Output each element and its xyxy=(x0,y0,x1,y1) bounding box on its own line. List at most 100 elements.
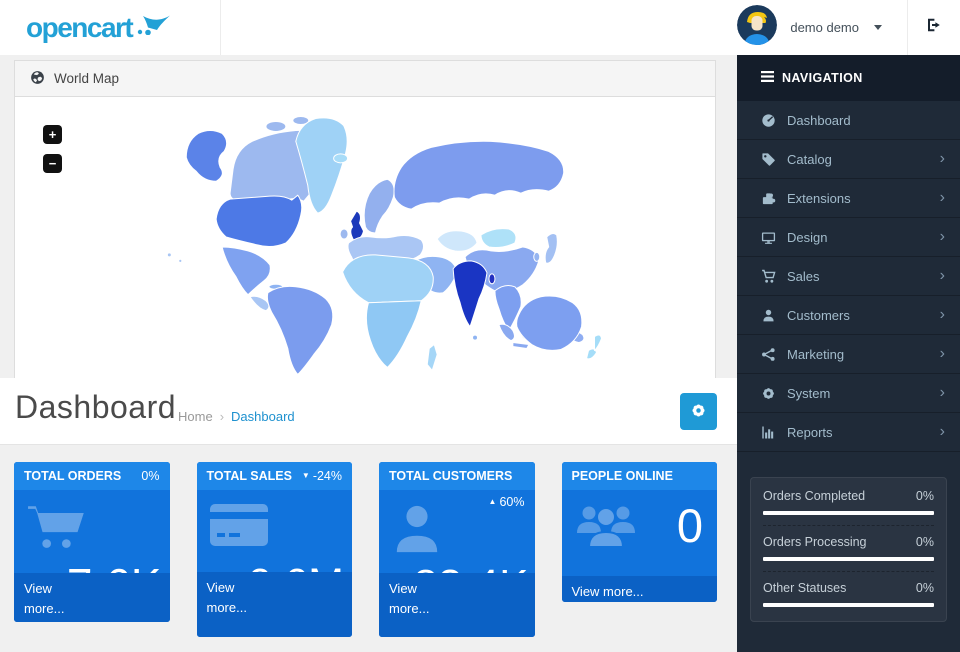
tile-footer: View more... xyxy=(379,573,535,637)
sidebar-item-label: System xyxy=(787,385,831,401)
stat-value: 0% xyxy=(915,535,934,549)
sidebar-item-label: Sales xyxy=(787,268,820,284)
user-icon xyxy=(763,309,774,321)
top-bar: opencart demo demo xyxy=(0,0,960,55)
panel-title: World Map xyxy=(54,71,120,86)
breadcrumb-home[interactable]: Home xyxy=(178,409,213,424)
stat-label: Other Statuses xyxy=(763,581,847,595)
stat-tiles: TOTAL ORDERS 0% 7.6K View more... TOTAL … xyxy=(14,462,717,637)
stat-tile-total-customers: TOTAL CUSTOMERS ▲ 60% 83.4K View more... xyxy=(379,462,535,637)
main-content: World Map + − Dashboard Home › Dashboard… xyxy=(0,55,737,652)
tile-title: PEOPLE ONLINE xyxy=(571,469,673,483)
stat-label: Orders Processing xyxy=(763,535,867,549)
stat-value: 0% xyxy=(915,581,934,595)
logout-button[interactable] xyxy=(907,0,960,55)
cart-icon xyxy=(762,269,776,283)
map-zoom-in-button[interactable]: + xyxy=(43,125,62,144)
tile-title: TOTAL SALES xyxy=(206,469,292,483)
tile-footer: View more... xyxy=(561,576,717,602)
tile-change-value: 60% xyxy=(499,495,525,509)
sidebar-item-reports[interactable]: Reports › xyxy=(737,413,960,452)
view-more-link[interactable]: View more... xyxy=(24,579,72,619)
cart-icon xyxy=(27,504,85,550)
tile-title: TOTAL CUSTOMERS xyxy=(389,469,513,483)
breadcrumb-current[interactable]: Dashboard xyxy=(231,409,295,424)
user-menu[interactable]: demo demo xyxy=(737,0,908,55)
sidebar-item-customers[interactable]: Customers › xyxy=(737,296,960,335)
monitor-icon xyxy=(761,231,776,244)
users-icon xyxy=(575,500,637,548)
settings-button[interactable] xyxy=(680,393,717,430)
tile-header: TOTAL CUSTOMERS xyxy=(379,462,535,490)
gear-icon xyxy=(763,387,774,399)
chevron-right-icon: › xyxy=(939,306,945,323)
sidebar-item-label: Customers xyxy=(787,307,850,323)
sidebar-item-sales[interactable]: Sales › xyxy=(737,257,960,296)
avatar xyxy=(737,5,778,50)
tile-header: PEOPLE ONLINE xyxy=(561,462,717,490)
credit-card-icon xyxy=(209,504,268,546)
sidebar-item-dashboard[interactable]: Dashboard xyxy=(737,101,960,140)
tile-change: 0% xyxy=(138,469,159,483)
page-header: Dashboard Home › Dashboard xyxy=(0,378,737,445)
breadcrumb: Home › Dashboard xyxy=(178,409,295,424)
world-map-body: + − xyxy=(15,97,715,378)
sidebar-item-system[interactable]: System › xyxy=(737,374,960,413)
tile-value: 0 xyxy=(676,499,703,552)
order-status-panel: Orders Completed 0% Orders Processing 0%… xyxy=(750,477,947,622)
view-more-link[interactable]: View more... xyxy=(389,579,437,619)
user-icon xyxy=(392,504,442,554)
stat-row-orders-processing: Orders Processing 0% xyxy=(763,525,934,571)
share-icon xyxy=(762,347,775,361)
sidebar-item-extensions[interactable]: Extensions › xyxy=(737,179,960,218)
stat-row-other-statuses: Other Statuses 0% xyxy=(763,571,934,617)
chevron-right-icon: › xyxy=(939,267,945,284)
tile-change-value: 0% xyxy=(141,469,160,483)
progress-bar xyxy=(763,511,934,515)
sidebar-item-design[interactable]: Design › xyxy=(737,218,960,257)
sidebar-item-marketing[interactable]: Marketing › xyxy=(737,335,960,374)
tile-header: TOTAL ORDERS 0% xyxy=(14,462,170,490)
dashboard-icon xyxy=(762,113,775,127)
chevron-right-icon: › xyxy=(939,150,945,167)
user-name: demo demo xyxy=(790,20,859,35)
tile-change-value: -24% xyxy=(312,469,342,483)
world-map-panel: World Map + − xyxy=(14,60,716,379)
map-zoom-out-button[interactable]: − xyxy=(43,154,62,173)
tile-footer: View more... xyxy=(196,572,352,637)
chevron-right-icon: › xyxy=(939,189,945,206)
stat-label: Orders Completed xyxy=(763,489,866,503)
hamburger-icon xyxy=(761,71,774,85)
chevron-right-icon: › xyxy=(939,423,945,440)
tag-icon xyxy=(762,152,775,166)
progress-bar xyxy=(763,603,934,607)
tile-change: ▼ -24% xyxy=(302,469,342,483)
gear-icon xyxy=(690,402,707,422)
tile-title: TOTAL ORDERS xyxy=(24,469,122,483)
puzzle-icon xyxy=(762,192,776,204)
cart-swoosh-icon xyxy=(137,15,171,40)
world-map[interactable] xyxy=(15,97,715,378)
breadcrumb-separator: › xyxy=(219,409,225,424)
navigation-title: NAVIGATION xyxy=(782,71,863,85)
trend-down-icon: ▼ xyxy=(301,471,310,480)
sidebar-item-label: Marketing xyxy=(787,346,845,362)
view-more-link[interactable]: View more... xyxy=(207,578,255,618)
sign-out-icon xyxy=(926,17,942,38)
trend-up-icon: ▲ xyxy=(488,497,497,506)
sidebar: NAVIGATION Dashboard Catalog › Extension… xyxy=(737,55,960,652)
sidebar-item-label: Catalog xyxy=(787,151,832,167)
globe-icon xyxy=(30,70,45,88)
page-title: Dashboard xyxy=(15,389,177,425)
caret-down-icon xyxy=(874,25,882,30)
stat-tile-total-orders: TOTAL ORDERS 0% 7.6K View more... xyxy=(14,462,170,622)
sidebar-item-label: Reports xyxy=(787,424,833,440)
sidebar-item-label: Dashboard xyxy=(787,112,851,128)
sidebar-item-catalog[interactable]: Catalog › xyxy=(737,140,960,179)
opencart-logo[interactable]: opencart xyxy=(0,0,221,55)
navigation-header: NAVIGATION xyxy=(737,55,960,101)
progress-bar xyxy=(763,557,934,561)
view-more-link[interactable]: View more... xyxy=(572,582,708,602)
tile-footer: View more... xyxy=(14,573,170,622)
tile-change: ▲ 60% xyxy=(489,495,525,509)
